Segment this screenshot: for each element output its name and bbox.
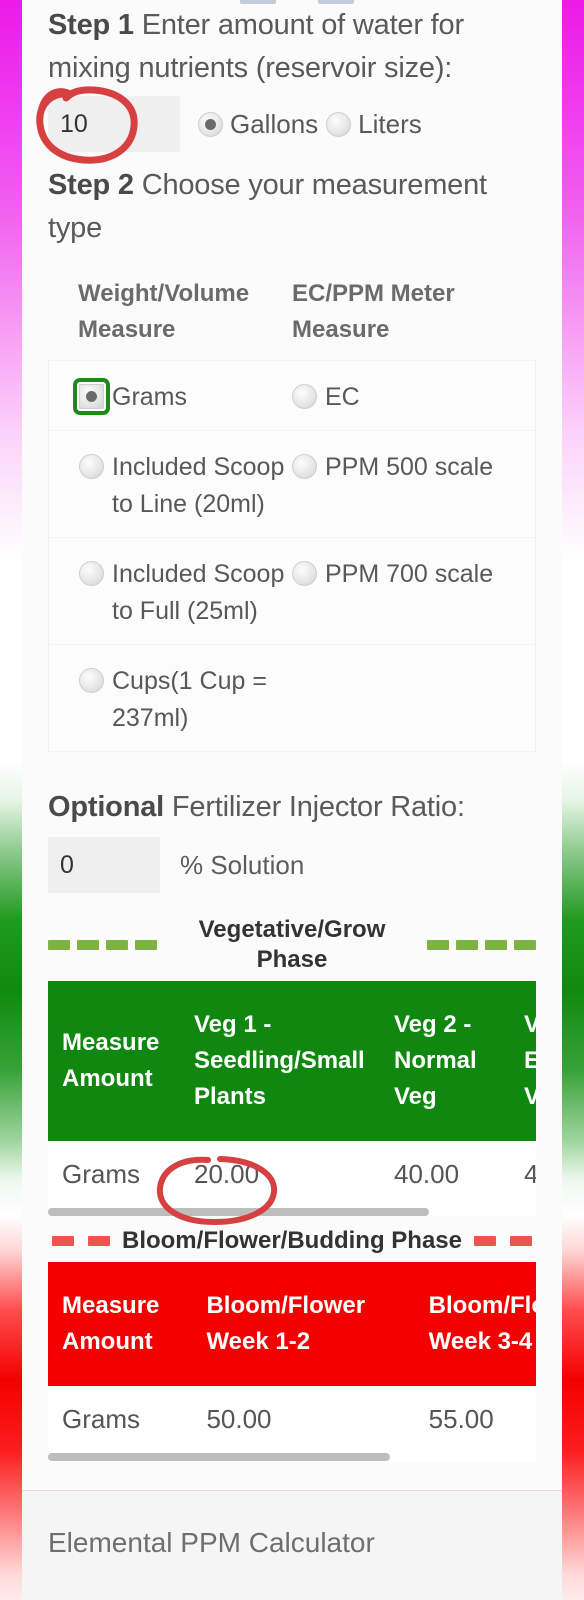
veg-th-3: Veg 3 - Extended Veg	[510, 981, 536, 1141]
optional-section: Optional Fertilizer Injector Ratio: % So…	[48, 782, 536, 893]
measure-row-1: Grams EC	[49, 361, 535, 430]
veg-td-1: 20.00	[180, 1141, 380, 1208]
measure-row-3: Included Scoop to Full (25ml) PPM 700 sc…	[49, 537, 535, 644]
measure-option-scoop-full[interactable]: Included Scoop to Full (25ml)	[79, 556, 292, 630]
bloom-dashes-right	[474, 1236, 533, 1246]
vegetative-scroll-thumb[interactable]	[48, 1208, 429, 1216]
measure-option-ppm700[interactable]: PPM 700 scale	[292, 556, 505, 630]
veg-dashes-left	[48, 940, 157, 950]
measure-option-scoop-line[interactable]: Included Scoop to Line (20ml)	[79, 449, 292, 523]
percent-solution-label: % Solution	[180, 849, 305, 880]
radio-cups-icon[interactable]	[79, 668, 104, 693]
bloom-td-2: 55.00	[414, 1386, 536, 1453]
radio-scoop-full-icon[interactable]	[79, 561, 104, 586]
bloom-phase-block: Bloom/Flower/Budding Phase Measure Amoun…	[48, 1226, 536, 1461]
top-cutoff-chips	[22, 0, 562, 6]
measure-col-ecppm-title: EC/PPM Meter Measure	[292, 280, 455, 343]
measure-label-scoop-full: Included Scoop to Full (25ml)	[112, 560, 285, 625]
measure-col-weight: Weight/Volume Measure	[78, 276, 292, 348]
unit-label-gallons: Gallons	[230, 108, 319, 139]
veg-th-2: Veg 2 - Normal Veg	[380, 981, 510, 1141]
bloom-table-scrollbar[interactable]	[48, 1453, 536, 1461]
vegetative-header-row: Measure Amount Veg 1 - Seedling/Small Pl…	[48, 981, 536, 1141]
bloom-th-0: Measure Amount	[48, 1262, 193, 1386]
veg-td-0: Grams	[48, 1141, 180, 1208]
bloom-scroll-thumb[interactable]	[48, 1453, 390, 1461]
top-chip-left	[240, 0, 276, 4]
bloom-table: Measure Amount Bloom/Flower Week 1-2 Blo…	[48, 1262, 536, 1453]
unit-option-gallons[interactable]: Gallons	[198, 109, 318, 140]
page-root: Step 1 Enter amount of water for mixing …	[0, 0, 584, 1600]
measure-label-cups: Cups(1 Cup = 237ml)	[112, 667, 267, 732]
vegetative-table-viewport[interactable]: Measure Amount Veg 1 - Seedling/Small Pl…	[48, 981, 536, 1208]
veg-td-2: 40.00	[380, 1141, 510, 1208]
bloom-dashes-left	[51, 1236, 110, 1246]
table-row: Grams 50.00 55.00	[48, 1386, 536, 1453]
bloom-th-1: Bloom/Flower Week 1-2	[192, 1262, 415, 1386]
optional-label: Optional	[48, 791, 165, 823]
radio-ppm700-icon[interactable]	[292, 561, 317, 586]
unit-option-liters[interactable]: Liters	[326, 109, 422, 140]
measurement-column-headers: Weight/Volume Measure EC/PPM Meter Measu…	[48, 276, 536, 348]
measure-col-ecppm: EC/PPM Meter Measure	[292, 276, 506, 348]
top-chip-right	[318, 0, 354, 4]
elemental-ppm-card[interactable]: Elemental PPM Calculator	[22, 1490, 562, 1600]
vegetative-phase-block: Vegetative/Grow Phase Measure Amount Veg…	[48, 915, 536, 1216]
elemental-ppm-label: Elemental PPM Calculator	[48, 1527, 375, 1558]
unit-radio-group: Gallons Liters	[198, 109, 430, 140]
bloom-table-viewport[interactable]: Measure Amount Bloom/Flower Week 1-2 Blo…	[48, 1262, 536, 1453]
optional-text: Fertilizer Injector Ratio:	[164, 791, 465, 823]
radio-scoop-line-icon[interactable]	[79, 454, 104, 479]
veg-dashes-right	[427, 940, 536, 950]
measure-label-ppm700: PPM 700 scale	[325, 560, 494, 588]
step2-heading: Step 2 Choose your measurement type	[48, 160, 536, 250]
veg-th-0: Measure Amount	[48, 981, 180, 1141]
radio-grams-icon[interactable]	[73, 378, 110, 415]
table-row: Grams 20.00 40.00 45.00	[48, 1141, 536, 1208]
measure-option-ec[interactable]: EC	[292, 379, 505, 416]
measure-row-2: Included Scoop to Line (20ml) PPM 500 sc…	[49, 430, 535, 537]
calculator-card: Step 1 Enter amount of water for mixing …	[22, 0, 562, 1461]
radio-gallons-icon[interactable]	[198, 111, 223, 137]
optional-heading: Optional Fertilizer Injector Ratio:	[48, 782, 536, 829]
measure-option-ppm500[interactable]: PPM 500 scale	[292, 449, 505, 523]
measure-col-weight-title: Weight/Volume Measure	[78, 280, 250, 343]
step2-label: Step 2	[48, 169, 134, 201]
injector-ratio-row: % Solution	[48, 837, 536, 893]
measure-label-scoop-line: Included Scoop to Line (20ml)	[112, 453, 285, 518]
step1-label: Step 1	[48, 9, 134, 41]
bloom-header-row: Measure Amount Bloom/Flower Week 1-2 Blo…	[48, 1262, 536, 1386]
vegetative-table: Measure Amount Veg 1 - Seedling/Small Pl…	[48, 981, 536, 1208]
bloom-title-row: Bloom/Flower/Budding Phase	[48, 1226, 536, 1256]
measure-label-grams: Grams	[112, 383, 187, 411]
vegetative-table-scrollbar[interactable]	[48, 1208, 536, 1216]
reservoir-size-input[interactable]	[48, 96, 180, 152]
radio-ppm500-icon[interactable]	[292, 454, 317, 479]
measure-option-cups[interactable]: Cups(1 Cup = 237ml)	[79, 663, 292, 737]
vegetative-phase-title: Vegetative/Grow Phase	[198, 916, 386, 973]
step1-heading: Step 1 Enter amount of water for mixing …	[48, 0, 536, 90]
injector-ratio-input[interactable]	[48, 837, 160, 893]
radio-ec-icon[interactable]	[292, 384, 317, 409]
measure-option-grams[interactable]: Grams	[73, 378, 292, 416]
measure-label-ec: EC	[325, 383, 360, 411]
radio-liters-icon[interactable]	[326, 111, 352, 137]
measure-cell-empty	[292, 663, 505, 737]
bloom-td-0: Grams	[48, 1386, 193, 1453]
bloom-th-2: Bloom/Flower Week 3-4	[414, 1262, 536, 1386]
measurement-options-box: Grams EC Included Scoop to Line (20ml) P…	[48, 360, 536, 752]
bloom-phase-title: Bloom/Flower/Budding Phase	[121, 1227, 463, 1254]
bloom-td-1: 50.00	[192, 1386, 415, 1453]
vegetative-title-row: Vegetative/Grow Phase	[48, 915, 536, 975]
reservoir-row: Gallons Liters	[48, 96, 536, 152]
veg-td-3: 45.00	[510, 1141, 536, 1208]
veg-th-1: Veg 1 - Seedling/Small Plants	[180, 981, 380, 1141]
unit-label-liters: Liters	[358, 108, 422, 139]
measure-row-4: Cups(1 Cup = 237ml)	[49, 644, 535, 751]
measure-label-ppm500: PPM 500 scale	[325, 453, 494, 481]
